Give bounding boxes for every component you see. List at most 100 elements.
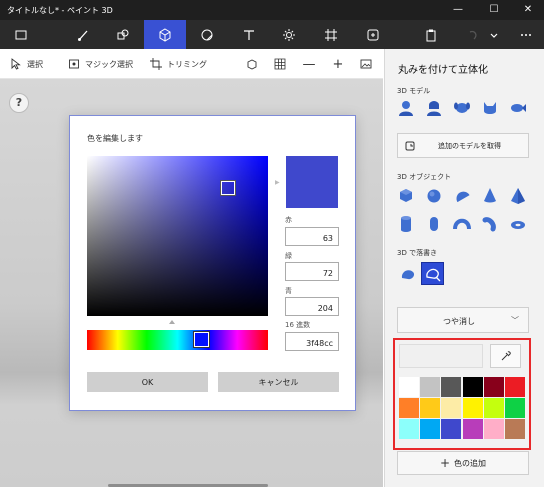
curved-capsule-icon[interactable] [479, 213, 501, 235]
color-picker-cursor[interactable] [221, 181, 235, 195]
remix3d-icon [405, 141, 415, 150]
more-options-icon[interactable] [508, 20, 544, 49]
color-swatch[interactable] [399, 377, 419, 397]
color-swatch[interactable] [483, 377, 504, 397]
sharp-edge-doodle-icon[interactable] [396, 262, 419, 285]
eyedropper-icon [501, 351, 511, 361]
color-preview-swatch [286, 156, 338, 208]
get-more-models-label: 追加のモデルを取得 [438, 141, 501, 150]
select-label: 選択 [27, 59, 43, 69]
cube-icon[interactable] [395, 185, 417, 207]
add-color-button[interactable]: + 色の追加 [397, 451, 529, 475]
add-color-label: 色の追加 [454, 458, 487, 468]
fish-model-icon[interactable] [507, 97, 529, 119]
hex-field[interactable] [285, 332, 339, 351]
3d-doodle-row [396, 262, 444, 285]
current-color-swatch [399, 344, 483, 368]
plus-icon: + [439, 456, 451, 470]
color-swatch[interactable] [399, 398, 419, 418]
tube-icon[interactable] [451, 213, 473, 235]
finish-dropdown[interactable]: つや消し ﹀ [397, 307, 529, 333]
dog-model-icon[interactable] [451, 97, 473, 119]
2d-shapes-icon[interactable] [102, 20, 144, 49]
text-icon[interactable] [228, 20, 270, 49]
crop-label: トリミング [167, 59, 207, 69]
select-button[interactable]: 選択 [10, 57, 43, 71]
image-view-icon[interactable] [358, 56, 374, 72]
zoom-out-button[interactable]: — [301, 56, 317, 72]
3d-models-label: 3D モデル [397, 87, 431, 95]
cylinder-icon[interactable] [395, 213, 417, 235]
crop-icon [150, 58, 162, 70]
magic-select-button[interactable]: マジック選択 [68, 57, 133, 71]
color-swatch[interactable] [483, 398, 504, 418]
color-swatch[interactable] [441, 398, 462, 418]
color-swatch[interactable] [504, 377, 525, 397]
color-swatch[interactable] [420, 377, 441, 397]
color-swatch[interactable] [504, 398, 525, 418]
stickers-icon[interactable] [186, 20, 228, 49]
canvas-icon[interactable] [310, 20, 352, 49]
title-bar: タイトルなし* - ペイント 3D — ☐ ✕ [0, 0, 544, 20]
cone-icon[interactable] [479, 185, 501, 207]
edit-toolbar: 選択 マジック選択 トリミング — + [0, 49, 383, 79]
color-swatch[interactable] [504, 419, 525, 439]
3d-objects-row-1 [395, 185, 529, 207]
paste-icon[interactable] [410, 20, 452, 49]
donut-icon[interactable] [507, 213, 529, 235]
color-swatch[interactable] [441, 377, 462, 397]
soft-edge-doodle-icon[interactable] [421, 262, 444, 285]
color-swatch[interactable] [399, 419, 419, 439]
minimize-button[interactable]: — [440, 0, 476, 20]
cat-model-icon[interactable] [479, 97, 501, 119]
color-palette-section [393, 338, 531, 450]
saturation-value-picker[interactable] [87, 156, 268, 316]
menu-folder-icon[interactable] [0, 20, 42, 49]
eyedropper-button[interactable] [490, 344, 521, 368]
3d-view-icon[interactable] [244, 56, 260, 72]
hue-slider-thumb[interactable] [194, 332, 209, 347]
color-swatch[interactable] [462, 419, 483, 439]
color-swatch[interactable] [462, 398, 483, 418]
sphere-icon[interactable] [423, 185, 445, 207]
main-menu-bar [0, 20, 544, 49]
pyramid-icon[interactable] [507, 185, 529, 207]
color-swatch[interactable] [441, 419, 462, 439]
magic-select-icon [69, 59, 79, 69]
remix3d-icon[interactable] [352, 20, 394, 49]
zoom-in-button[interactable]: + [330, 56, 346, 72]
3d-objects-label: 3D オブジェクト [397, 173, 452, 181]
blue-field[interactable] [285, 297, 339, 316]
grid-icon[interactable] [272, 56, 288, 72]
chevron-down-icon: ﹀ [511, 316, 519, 325]
hemisphere-icon[interactable] [451, 185, 473, 207]
hue-slider[interactable] [87, 330, 268, 350]
window-title: タイトルなし* - ペイント 3D [7, 6, 113, 15]
3d-doodle-label: 3D で落書き [397, 249, 438, 257]
capsule-icon[interactable] [423, 213, 445, 235]
finish-dropdown-value: つや消し [443, 317, 475, 326]
crop-button[interactable]: トリミング [150, 57, 207, 71]
3d-shapes-icon[interactable] [144, 20, 186, 49]
woman-model-icon[interactable] [423, 97, 445, 119]
more-icon[interactable] [484, 20, 504, 49]
cancel-button[interactable]: キャンセル [218, 372, 339, 392]
green-label: 緑 [285, 252, 292, 260]
ok-button[interactable]: OK [87, 372, 208, 392]
hex-label: 16 進数 [285, 321, 311, 329]
close-button[interactable]: ✕ [510, 0, 544, 20]
color-swatch[interactable] [462, 377, 483, 397]
red-field[interactable] [285, 227, 339, 246]
green-field[interactable] [285, 262, 339, 281]
get-more-models-button[interactable]: 追加のモデルを取得 [397, 133, 529, 158]
help-button[interactable]: ? [9, 93, 29, 113]
color-swatch[interactable] [420, 419, 441, 439]
maximize-button[interactable]: ☐ [476, 0, 512, 20]
brush-icon[interactable] [62, 20, 104, 49]
3d-models-row [395, 97, 529, 119]
preview-arrow-icon: ▶ [275, 179, 280, 186]
man-model-icon[interactable] [395, 97, 417, 119]
color-swatch[interactable] [420, 398, 441, 418]
color-swatch[interactable] [483, 419, 504, 439]
effects-icon[interactable] [268, 20, 310, 49]
